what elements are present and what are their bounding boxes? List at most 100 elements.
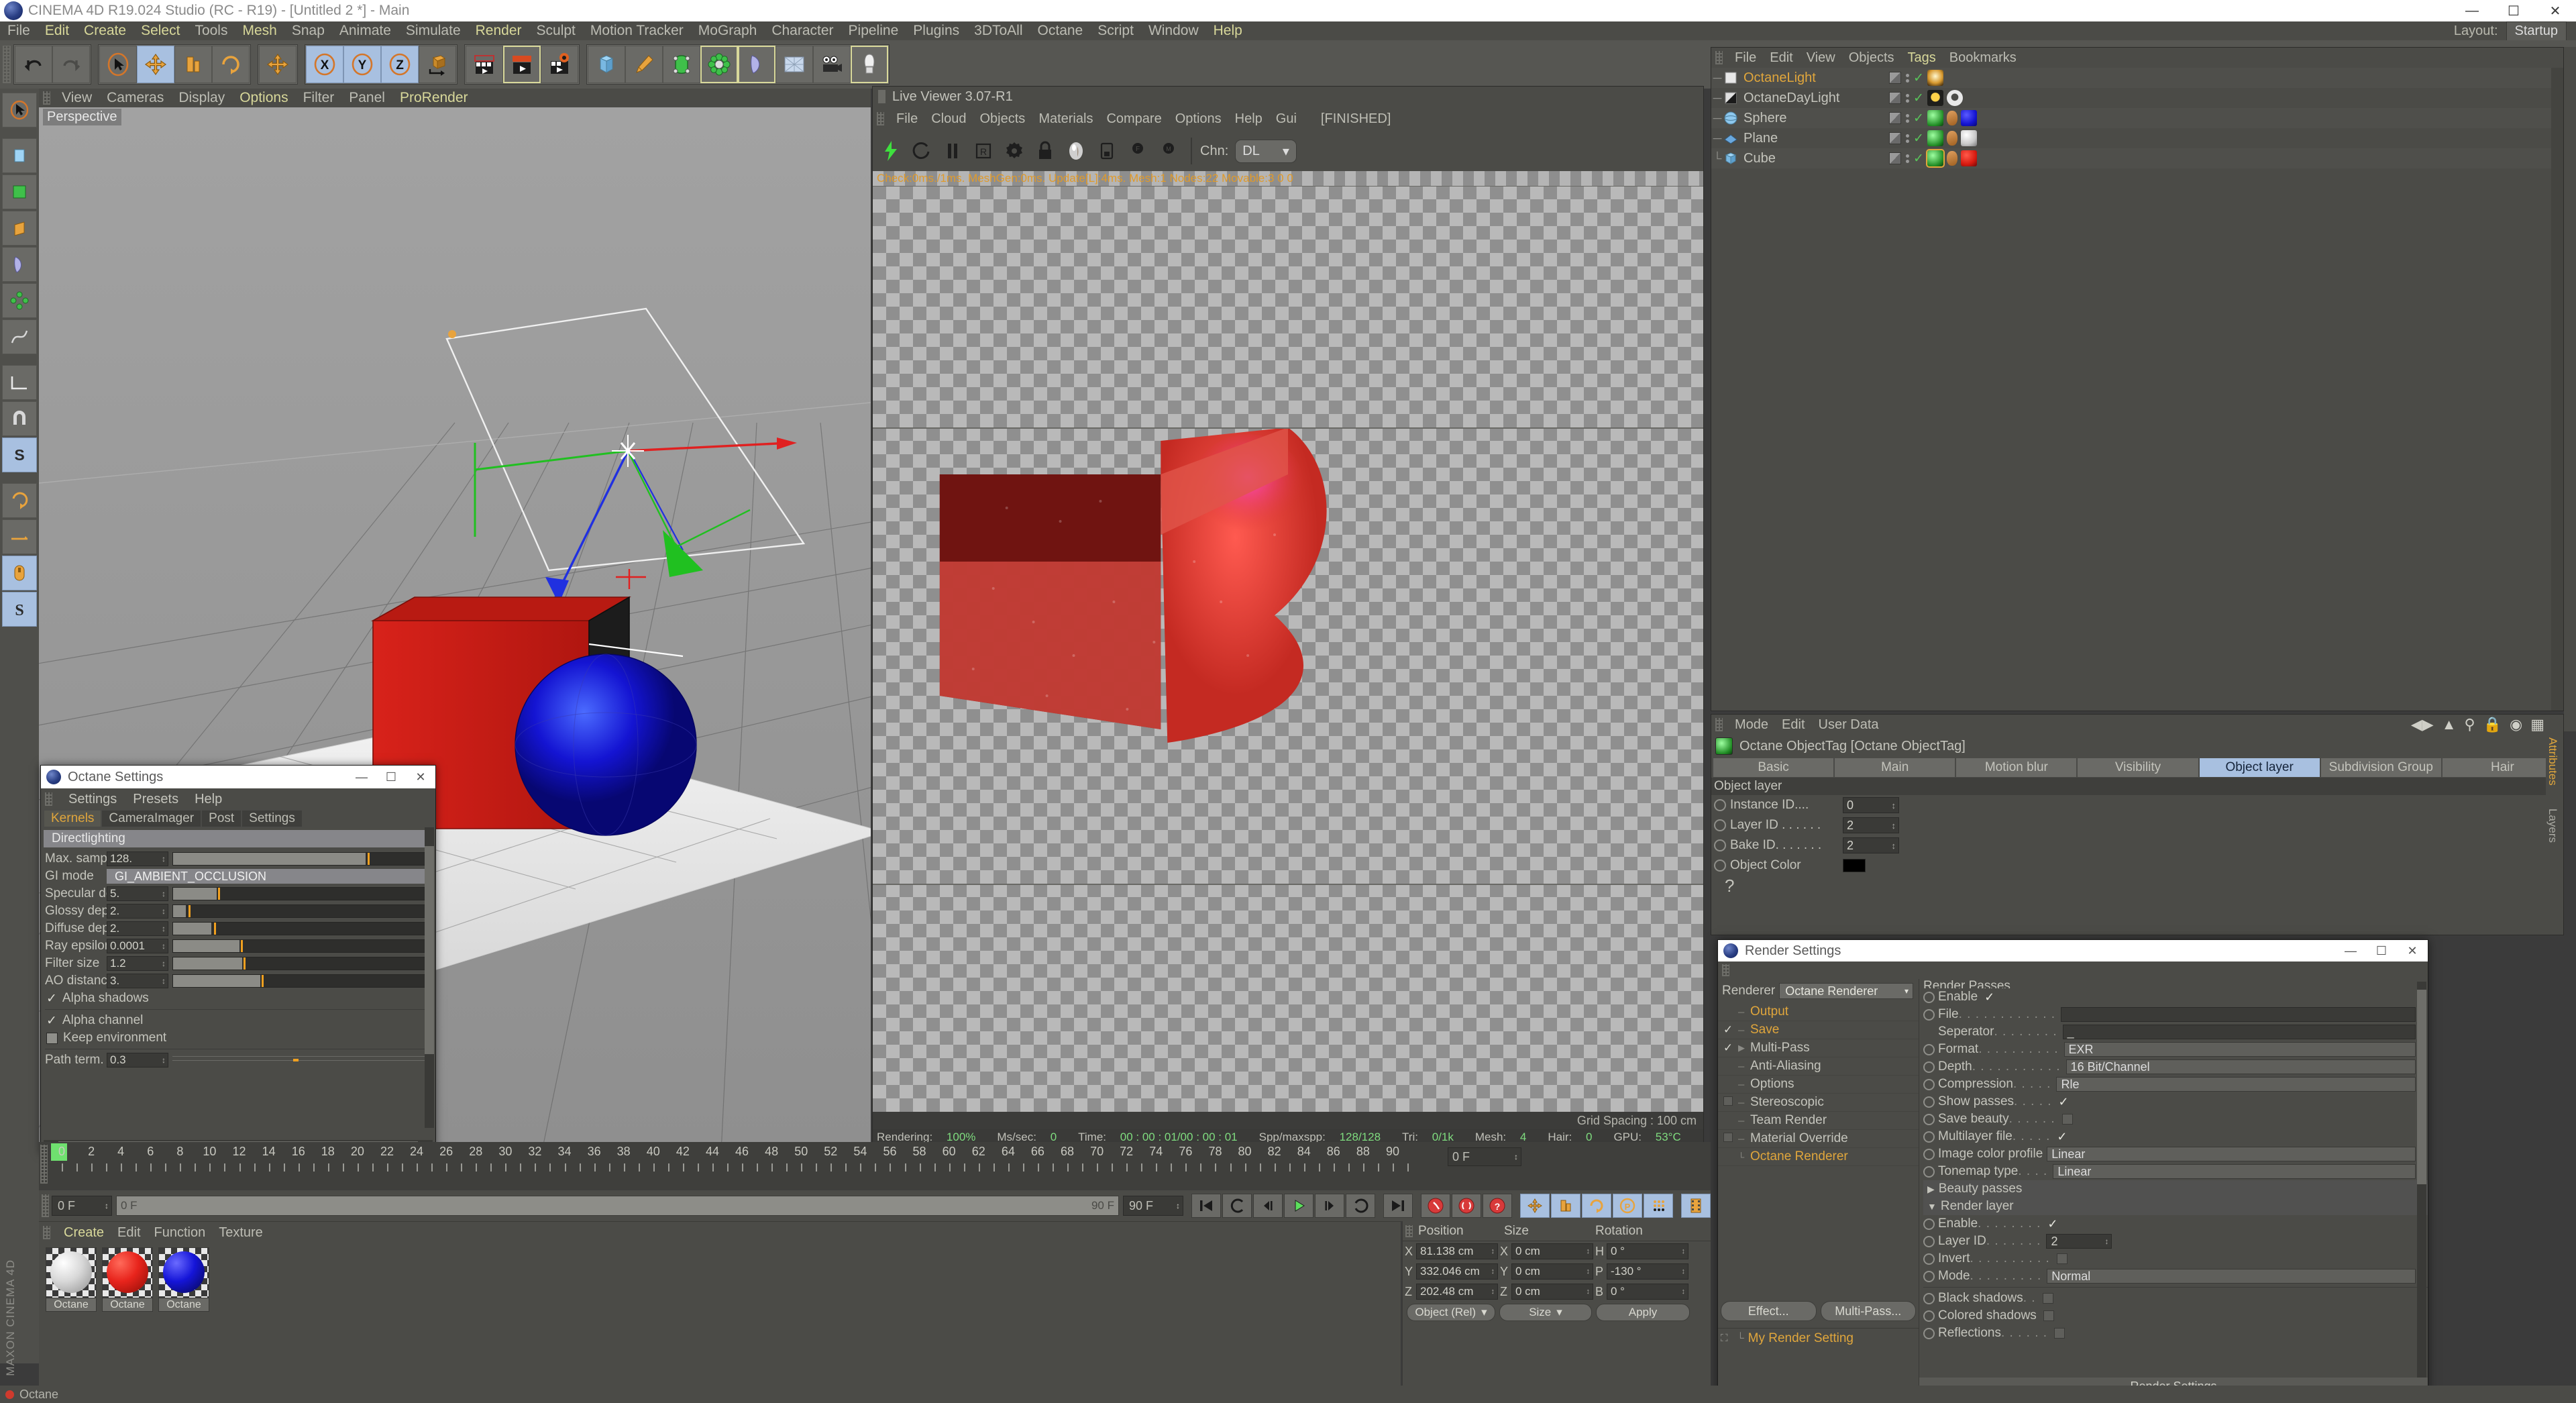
menu-item-render[interactable]: Render xyxy=(468,21,529,40)
object-manager-grip[interactable] xyxy=(1715,51,1723,64)
target-icon[interactable]: ◉ xyxy=(2510,716,2522,733)
material-manager-grip[interactable] xyxy=(43,1226,50,1239)
menu-item-sculpt[interactable]: Sculpt xyxy=(529,21,583,40)
viewport-menu-prorender[interactable]: ProRender xyxy=(392,90,476,106)
prop-row-tonemap-type[interactable]: Tonemap type . . . . Linear xyxy=(1923,1163,2428,1180)
octane-minimize-button[interactable]: — xyxy=(347,766,376,788)
tab-main[interactable]: Main xyxy=(1834,758,1956,778)
menu-item-3dtoall[interactable]: 3DToAll xyxy=(967,21,1030,40)
material-tag-red[interactable] xyxy=(1960,150,1977,166)
material-tag-blue[interactable] xyxy=(1960,110,1977,126)
sun-tag-icon[interactable] xyxy=(1927,90,1943,106)
image-color-profile-select[interactable]: Linear xyxy=(2047,1147,2416,1161)
filter-size-slider[interactable] xyxy=(172,957,430,970)
main-menu-bar[interactable]: File Edit Create Select Tools Mesh Snap … xyxy=(0,21,2576,41)
parameter-dot-icon[interactable] xyxy=(1923,1165,1935,1178)
attr-menu-mode[interactable]: Mode xyxy=(1728,717,1775,733)
octane-tab-cameraimager[interactable]: CameraImager xyxy=(101,810,202,827)
enabled-check-icon[interactable]: ✓ xyxy=(1913,111,1924,126)
menu-item-animate[interactable]: Animate xyxy=(332,21,398,40)
scale-icon[interactable] xyxy=(2,174,37,209)
light-button[interactable] xyxy=(851,46,888,83)
menu-item-help[interactable]: Help xyxy=(1206,21,1250,40)
menu-item-simulate[interactable]: Simulate xyxy=(398,21,468,40)
transform-group[interactable] xyxy=(98,44,251,85)
om-menu-view[interactable]: View xyxy=(1800,50,1842,66)
environment-button[interactable] xyxy=(775,46,813,83)
enabled-check-icon[interactable]: ✓ xyxy=(1913,70,1924,86)
position-y-input[interactable]: 332.046 cm ↕ xyxy=(1416,1263,1498,1280)
viewport-menu-options[interactable]: Options xyxy=(232,90,295,106)
parameter-dot-icon[interactable] xyxy=(1714,839,1726,851)
checkbox-icon[interactable] xyxy=(2042,1293,2053,1304)
tab-basic[interactable]: Basic xyxy=(1713,758,1835,778)
viewport-menu-view[interactable]: View xyxy=(54,90,99,106)
coordinate-row-z[interactable]: Z 202.48 cm ↕ Z 0 cm ↕ B 0 ° ↕ xyxy=(1403,1282,1711,1302)
object-name[interactable]: Sphere xyxy=(1743,111,1787,126)
object-tags[interactable]: ✓ xyxy=(1889,110,1977,126)
shadow-row-colored-shadows[interactable]: Colored shadows xyxy=(1923,1307,2428,1324)
object-row-octanedaylight[interactable]: ─ OctaneDayLight ✓ xyxy=(1711,88,2563,108)
glossy-depth-slider[interactable] xyxy=(172,904,430,918)
tree-item-stereoscopic[interactable]: ─ Stereoscopic xyxy=(1718,1094,1919,1112)
coordinate-buttons[interactable]: Object (Rel) ▾ Size ▾ Apply xyxy=(1403,1302,1711,1323)
size-mode-select[interactable]: Size ▾ xyxy=(1499,1304,1592,1321)
prop-row-seperator[interactable]: Seperator . . . . . . . . _ xyxy=(1923,1023,2428,1041)
scale-tool-button[interactable] xyxy=(174,46,212,83)
prop-row-file[interactable]: File . . . . . . . . . . . . xyxy=(1923,1006,2428,1023)
key-pla-button[interactable] xyxy=(1644,1194,1673,1218)
render-settings-grip-row[interactable] xyxy=(1718,962,2428,979)
menu-item-mograph[interactable]: MoGraph xyxy=(691,21,765,40)
path-term-power-input[interactable]: 0.3 ↕ xyxy=(107,1053,168,1068)
coordinate-row-y[interactable]: Y 332.046 cm ↕ Y 0 cm ↕ P -130 ° ↕ xyxy=(1403,1261,1711,1282)
tonemap-type-select[interactable]: Linear xyxy=(2053,1164,2416,1179)
section-beauty-passes[interactable]: ▶ Beauty passes xyxy=(1923,1180,2428,1198)
rotation-h-input[interactable]: 0 ° ↕ xyxy=(1607,1243,1688,1259)
previous-frame-button[interactable] xyxy=(1253,1194,1283,1218)
deformer-button[interactable] xyxy=(738,46,775,83)
timeline-film-button[interactable] xyxy=(1681,1194,1711,1218)
mat-menu-texture[interactable]: Texture xyxy=(212,1225,270,1241)
tree-item-output[interactable]: ─ Output xyxy=(1718,1003,1919,1021)
param-row-filter-size[interactable]: Filter size 1.2 ↕ xyxy=(41,955,435,972)
ao-distance-slider[interactable] xyxy=(172,974,430,988)
object-tags[interactable]: ✓ xyxy=(1889,90,1963,106)
light-tag-icon[interactable] xyxy=(1927,70,1943,86)
tab-hair[interactable]: Hair xyxy=(2441,758,2563,778)
live-render-icon[interactable] xyxy=(877,137,905,165)
seperator-input[interactable]: _ xyxy=(2062,1025,2416,1039)
object-color-swatch[interactable] xyxy=(1843,859,1866,872)
menu-item-create[interactable]: Create xyxy=(76,21,133,40)
cube-primitive-button[interactable] xyxy=(588,46,625,83)
checkmark-icon[interactable]: ✓ xyxy=(1984,990,1994,1004)
menu-item-window[interactable]: Window xyxy=(1141,21,1206,40)
play-button[interactable] xyxy=(1284,1194,1313,1218)
object-tags[interactable]: ✓ xyxy=(1889,70,1943,86)
lv-menu-compare[interactable]: Compare xyxy=(1099,111,1168,127)
ruler-icon[interactable] xyxy=(2,365,37,400)
live-viewer-menu-grip[interactable] xyxy=(877,112,884,125)
render-settings-properties-panel[interactable]: Render Passes Enable ✓ File . . . . . . … xyxy=(1919,979,2428,1396)
octane-menu-grip[interactable] xyxy=(45,792,52,806)
render-group[interactable] xyxy=(464,44,580,85)
attributes-menu[interactable]: Mode Edit User Data ◀▶ ▲ ⚲ 🔒 ◉ ▦ xyxy=(1711,715,2563,735)
layer-row-layer-id[interactable]: Layer ID . . . . . . . 2 ↕ xyxy=(1923,1233,2428,1250)
window-controls[interactable]: — ☐ ✕ xyxy=(2451,0,2576,21)
parameter-dot-icon[interactable] xyxy=(1923,1292,1935,1304)
position-x-input[interactable]: 81.138 cm ↕ xyxy=(1416,1243,1498,1259)
parameter-dot-icon[interactable] xyxy=(1714,799,1726,811)
key-rotation-button[interactable] xyxy=(1582,1194,1611,1218)
octane-menu-settings[interactable]: Settings xyxy=(60,792,125,807)
live-viewer-grip[interactable] xyxy=(878,90,885,103)
render-settings-grip[interactable] xyxy=(1722,964,1729,976)
rs-close-button[interactable]: ✕ xyxy=(2397,940,2428,962)
focus-pin-icon[interactable]: F xyxy=(1124,137,1152,165)
timeline-ticks[interactable]: 0 2 4 6 8 10 12 14 16 18 20 22 24 26 28 30 32 34 36 38 40 42 4… xyxy=(51,1143,1409,1172)
checkmark-icon[interactable]: ✓ xyxy=(2059,1095,2069,1109)
parameter-dot-icon[interactable] xyxy=(1923,1310,1935,1322)
object-tags[interactable]: ✓ xyxy=(1889,149,1977,168)
render-settings-button[interactable] xyxy=(541,46,578,83)
prop-row-multilayer-file[interactable]: Multilayer file . . . . . ✓ xyxy=(1923,1128,2428,1145)
visibility-tag-icon[interactable] xyxy=(1889,112,1901,124)
octane-menu-presets[interactable]: Presets xyxy=(125,792,186,807)
